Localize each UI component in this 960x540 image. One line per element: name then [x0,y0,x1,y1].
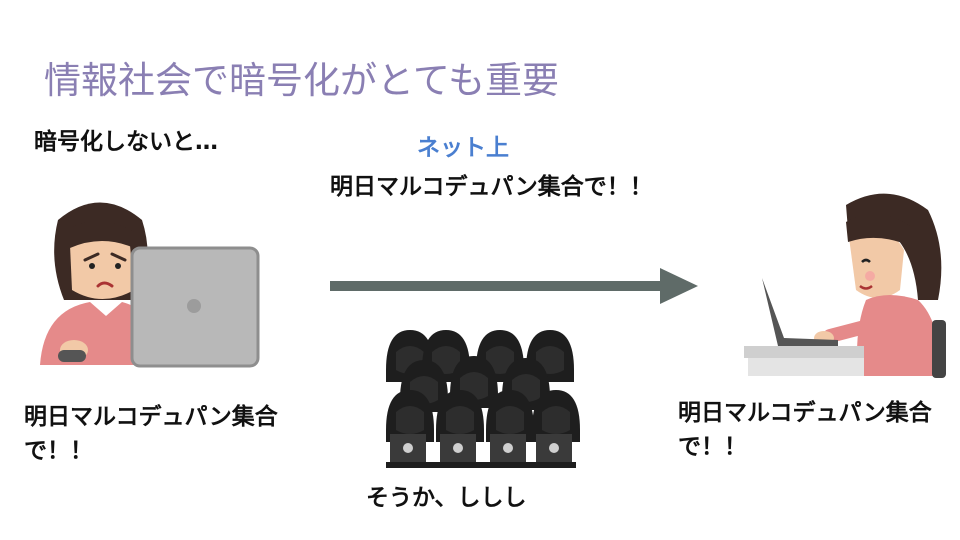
sender-message: 明日マルコデュパン集合で！！ [24,404,278,464]
subtitle: 暗号化しないと… [34,129,218,155]
transmission-arrow [330,268,698,304]
eavesdroppers-illustration-icon [386,330,580,468]
sender-illustration-icon [40,202,260,368]
slide-title: 情報社会で暗号化がとても重要 [44,59,560,102]
network-label: ネット上 [417,135,509,161]
eavesdropper-reply: そうか、ししし [366,485,527,511]
message-in-transit: 明日マルコデュパン集合で！！ [330,174,653,200]
receiver-message: 明日マルコデュパン集合で！！ [678,400,932,460]
receiver-illustration-icon [744,193,946,378]
